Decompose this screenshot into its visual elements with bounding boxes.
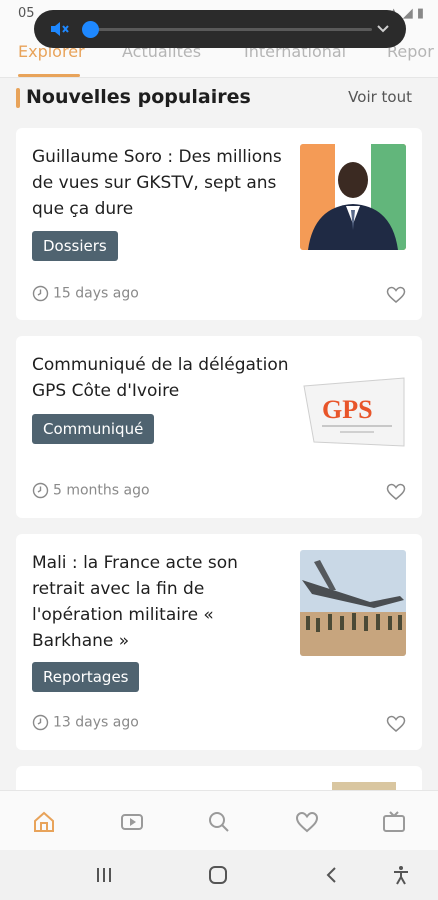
news-thumbnail[interactable]: GPS (300, 352, 406, 458)
chevron-down-icon[interactable] (374, 20, 392, 38)
gps-logo-text: GPS (322, 395, 373, 424)
news-timestamp-text: 15 days ago (53, 285, 139, 302)
clock-icon (32, 714, 49, 731)
recent-apps-icon[interactable] (93, 864, 115, 886)
tv-icon[interactable] (381, 809, 407, 835)
section-title: Nouvelles populaires (26, 86, 251, 108)
news-card[interactable]: Communiqué de la délégation GPS Côte d'I… (16, 336, 422, 518)
news-category-tag[interactable]: Communiqué (32, 414, 155, 444)
news-card-title[interactable]: Mali : la France acte son retrait avec l… (32, 550, 292, 654)
news-card-title[interactable]: Guillaume Soro : Des millions de vues su… (32, 144, 292, 222)
home-icon[interactable] (31, 809, 57, 835)
news-timestamp-text: 13 days ago (53, 714, 139, 731)
news-timestamp: 13 days ago (32, 714, 139, 731)
volume-slider-knob[interactable] (82, 21, 99, 38)
news-timestamp-text: 5 months ago (53, 482, 150, 499)
section-accent-bar (16, 88, 20, 108)
heart-icon[interactable] (386, 715, 406, 733)
active-tab-indicator (18, 74, 80, 77)
volume-overlay[interactable] (34, 10, 406, 48)
news-card[interactable]: Mali : la France acte son retrait avec l… (16, 534, 422, 750)
news-thumbnail[interactable] (300, 144, 406, 250)
section-header: Nouvelles populaires Voir tout (0, 80, 438, 120)
system-navigation-bar (0, 850, 438, 900)
news-category-tag[interactable]: Dossiers (32, 231, 118, 261)
video-icon[interactable] (119, 809, 145, 835)
heart-icon[interactable] (294, 809, 320, 835)
news-thumbnail[interactable] (300, 550, 406, 656)
news-card[interactable]: Guillaume Soro : Des millions de vues su… (16, 128, 422, 320)
volume-slider[interactable] (82, 21, 372, 38)
see-all-link[interactable]: Voir tout (348, 88, 412, 106)
news-timestamp: 5 months ago (32, 482, 150, 499)
speaker-muted-icon[interactable] (48, 18, 70, 40)
heart-icon[interactable] (386, 483, 406, 501)
status-time: 05 (18, 6, 35, 21)
news-card-title[interactable]: Communiqué de la délégation GPS Côte d'I… (32, 352, 292, 404)
search-icon[interactable] (206, 809, 232, 835)
clock-icon (32, 482, 49, 499)
clock-icon (32, 285, 49, 302)
heart-icon[interactable] (386, 286, 406, 304)
bottom-navigation (0, 790, 438, 850)
news-timestamp: 15 days ago (32, 285, 139, 302)
accessibility-icon[interactable] (390, 864, 412, 886)
back-icon[interactable] (321, 864, 343, 886)
home-button-icon[interactable] (207, 864, 229, 886)
news-category-tag[interactable]: Reportages (32, 662, 140, 692)
